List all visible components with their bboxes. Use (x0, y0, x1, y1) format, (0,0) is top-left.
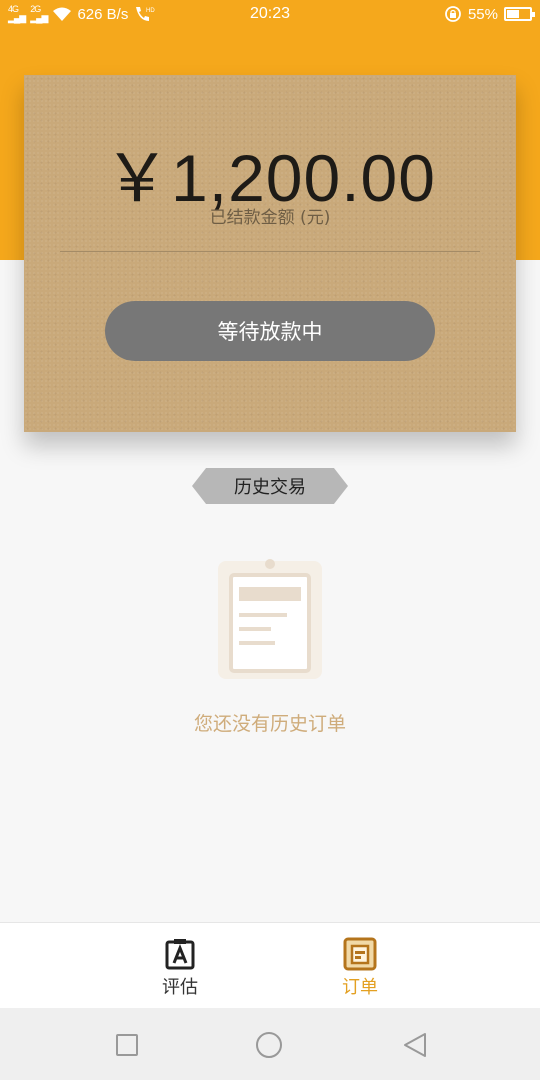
hd-call-icon: HD (136, 7, 155, 21)
tab-assess[interactable]: 评估 (120, 923, 240, 1009)
network-type-2: 2G (30, 4, 41, 14)
network-type-1: 4G (8, 4, 19, 14)
battery-percent: 55% (467, 5, 498, 23)
tab-assess-label: 评估 (162, 977, 198, 998)
battery-icon (504, 7, 535, 21)
balance-card: ￥1,200.00 已结款金额 (元) 等待放款中 (24, 75, 516, 432)
recent-apps-icon[interactable] (112, 1030, 142, 1060)
card-divider (60, 251, 480, 252)
tab-orders-label: 订单 (342, 977, 378, 998)
empty-clipboard-icon (218, 559, 322, 679)
bottom-tab-bar: 评估 订单 (0, 922, 540, 1008)
assess-icon (165, 939, 195, 970)
payout-status-button[interactable]: 等待放款中 (105, 301, 435, 361)
battery-level (507, 10, 520, 18)
status-right: 55% (444, 5, 535, 23)
status-left: 4G ▂▄▆ 2G ▂▄▆ 626 B/s HD (8, 5, 155, 23)
hd-label: HD (146, 8, 155, 14)
signal-icon-2: 2G ▂▄▆ (30, 4, 48, 23)
history-transactions-tag: 历史交易 (192, 468, 348, 504)
rotation-lock-icon (445, 6, 461, 22)
back-icon[interactable] (400, 1030, 430, 1060)
home-icon[interactable] (254, 1030, 284, 1060)
status-bar: 4G ▂▄▆ 2G ▂▄▆ 626 B/s HD 20:23 55% (0, 0, 540, 28)
settled-amount-label: 已结款金额 (元) (209, 208, 331, 228)
wifi-icon (53, 7, 72, 21)
tab-orders[interactable]: 订单 (300, 923, 420, 1009)
system-nav-bar (0, 1008, 540, 1080)
signal-icon-1: 4G ▂▄▆ (8, 4, 26, 23)
empty-orders-message: 您还没有历史订单 (193, 713, 346, 735)
network-speed: 626 B/s (77, 5, 129, 23)
orders-icon (343, 937, 377, 971)
